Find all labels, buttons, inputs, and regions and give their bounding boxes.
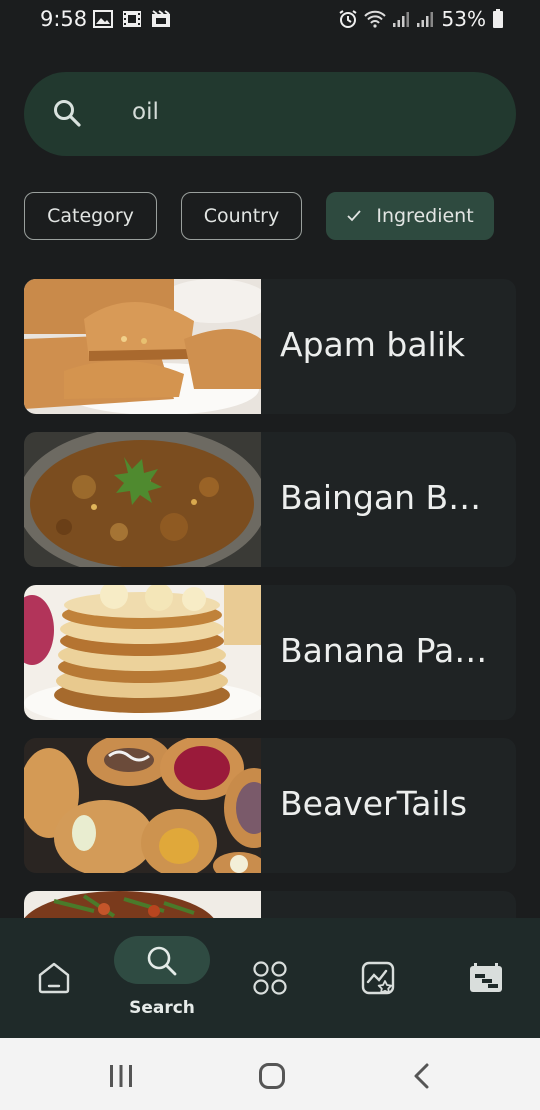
recipe-title: Banana Pancakes xyxy=(280,631,495,670)
filter-chip-country[interactable]: Country xyxy=(181,192,302,240)
signal-icon xyxy=(416,12,433,27)
alarm-icon xyxy=(338,10,357,28)
check-icon xyxy=(347,210,362,222)
recipe-image xyxy=(24,279,261,414)
search-input[interactable]: oil xyxy=(132,99,159,125)
nav-home[interactable] xyxy=(20,918,90,1038)
recipe-image xyxy=(24,585,261,720)
bottom-navigation: Search xyxy=(0,918,540,1038)
back-icon[interactable] xyxy=(412,1062,432,1090)
nav-favorites[interactable] xyxy=(344,918,414,1038)
chip-label: Country xyxy=(203,205,280,227)
filter-chip-ingredient[interactable]: Ingredient xyxy=(326,192,494,240)
nav-search-label: Search xyxy=(129,998,195,1018)
favorites-icon[interactable] xyxy=(360,960,396,996)
search-icon[interactable] xyxy=(145,944,179,978)
status-time: 9:58 xyxy=(40,7,88,31)
recipe-card[interactable] xyxy=(24,891,516,919)
recipe-card[interactable]: BeaverTails xyxy=(24,738,516,873)
battery-icon xyxy=(493,9,503,28)
nav-active-indicator xyxy=(114,936,210,984)
battery-percent: 53% xyxy=(441,7,486,31)
recipe-title: Apam balik xyxy=(280,325,465,364)
categories-icon[interactable] xyxy=(252,960,288,996)
wifi-icon xyxy=(363,10,386,28)
status-right: 53% xyxy=(338,7,504,31)
home-icon[interactable] xyxy=(36,960,72,996)
signal-icon xyxy=(392,12,409,27)
recipe-card[interactable]: Banana Pancakes xyxy=(24,585,516,720)
recipe-image xyxy=(24,432,261,567)
home-button-icon[interactable] xyxy=(258,1062,286,1090)
video-icon xyxy=(123,11,141,27)
image-icon xyxy=(93,10,113,28)
status-bar: 9:58 53% xyxy=(0,0,540,38)
recipe-image xyxy=(24,891,261,919)
recents-icon[interactable] xyxy=(108,1064,134,1088)
system-navigation xyxy=(0,1038,540,1110)
chip-label: Category xyxy=(47,205,134,227)
results-list[interactable]: Apam balik Baingan Bharta xyxy=(24,279,516,919)
search-icon[interactable] xyxy=(52,98,82,128)
chip-label: Ingredient xyxy=(376,205,474,227)
filter-chip-category[interactable]: Category xyxy=(24,192,157,240)
recipe-title: Baingan Bharta xyxy=(280,478,495,517)
nav-categories[interactable] xyxy=(236,918,306,1038)
notification-icons xyxy=(93,10,171,28)
nav-planner[interactable] xyxy=(452,918,522,1038)
recipe-image xyxy=(24,738,261,873)
recipe-card[interactable]: Apam balik xyxy=(24,279,516,414)
recipe-card[interactable]: Baingan Bharta xyxy=(24,432,516,567)
media-icon xyxy=(152,10,170,27)
recipe-title: BeaverTails xyxy=(280,784,468,823)
search-bar[interactable]: oil xyxy=(24,72,516,156)
planner-icon[interactable] xyxy=(468,962,504,994)
